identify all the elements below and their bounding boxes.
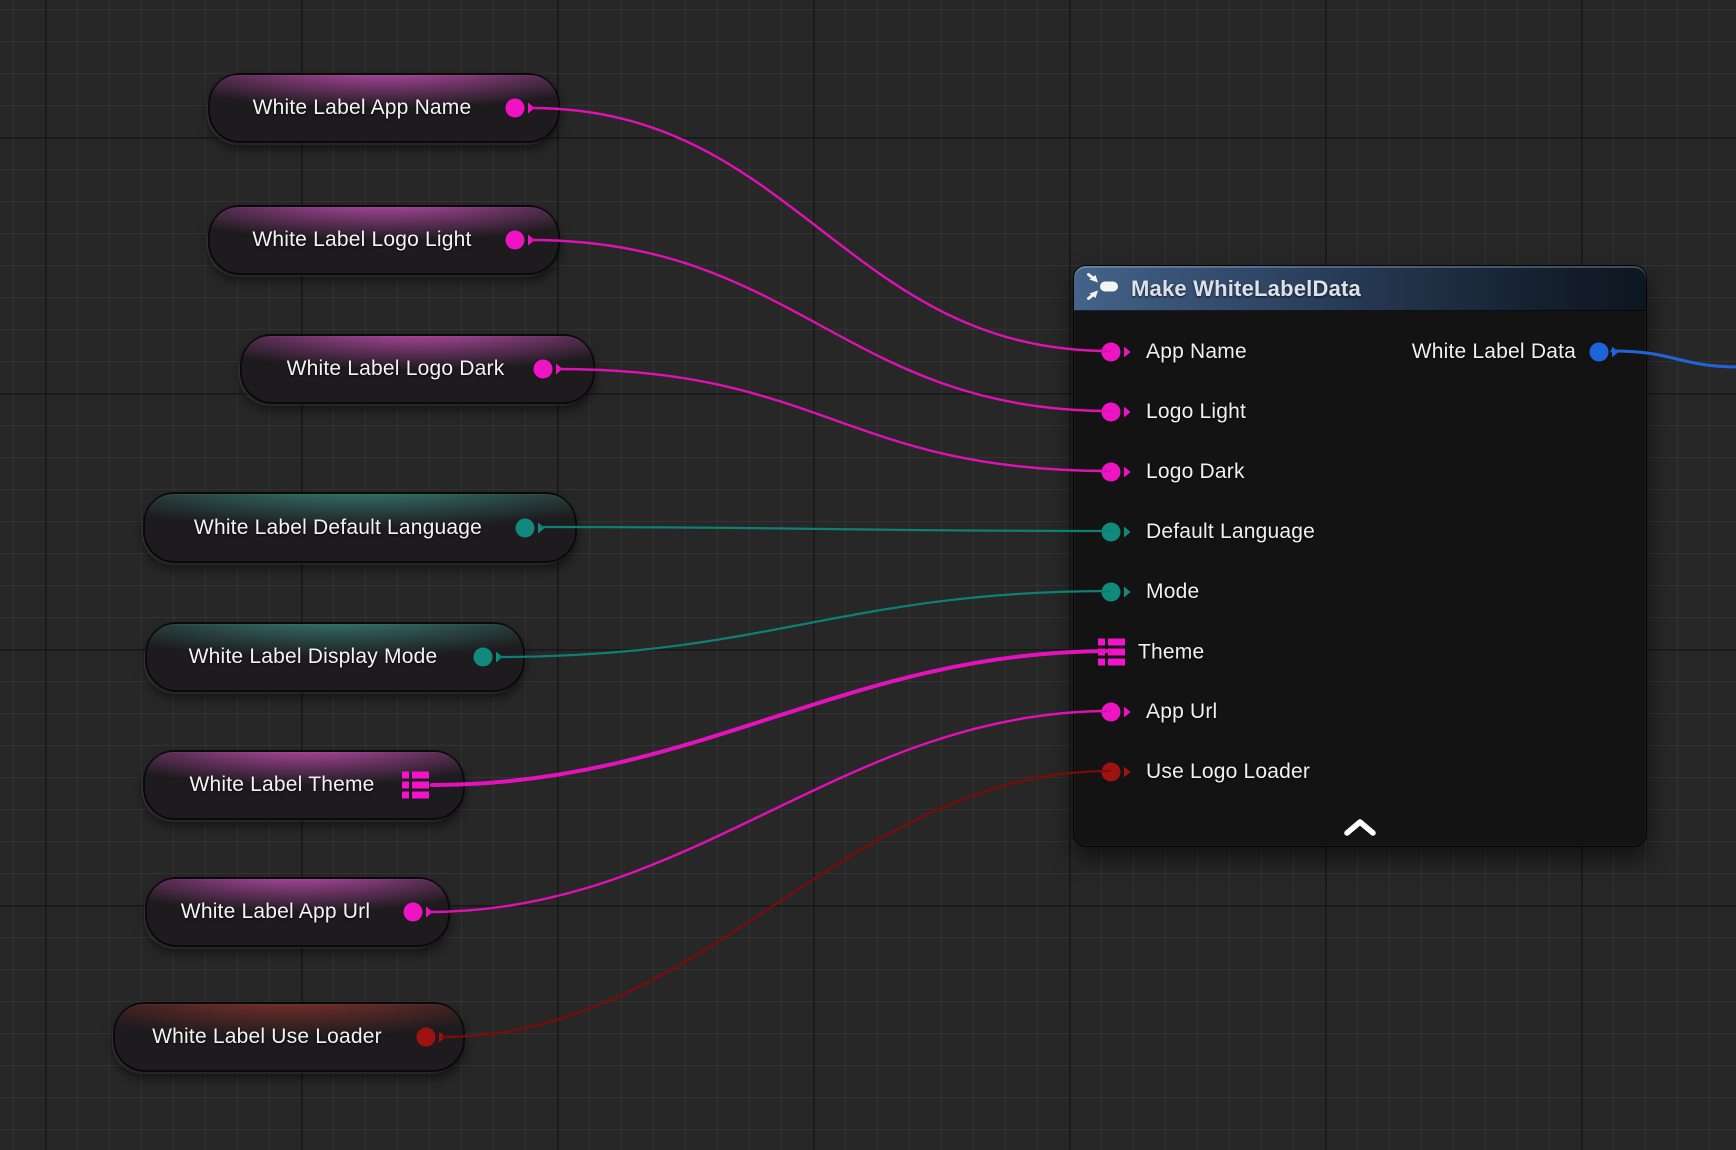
output-pin-row-white-label-data: White Label Data bbox=[1412, 340, 1621, 364]
chevron-up-icon bbox=[1342, 818, 1378, 838]
node-make-whitelabeldata[interactable]: Make WhiteLabelData App Name Logo Light … bbox=[1073, 265, 1647, 847]
input-pin-label: Logo Light bbox=[1146, 400, 1246, 424]
input-pin-row-default-language: Default Language bbox=[1101, 520, 1315, 544]
pin-struct-icon bbox=[402, 772, 429, 799]
input-pin-row-logo-light: Logo Light bbox=[1101, 400, 1246, 424]
node-layer: Make WhiteLabelData App Name Logo Light … bbox=[0, 0, 1736, 1150]
input-pin-row-theme: Theme bbox=[1098, 639, 1204, 666]
input-pin-label: Mode bbox=[1146, 580, 1199, 604]
node-header[interactable]: Make WhiteLabelData bbox=[1074, 266, 1646, 311]
input-pin-label: Use Logo Loader bbox=[1146, 760, 1310, 784]
input-pin-label: Logo Dark bbox=[1146, 460, 1245, 484]
variable-getter-label: White Label Use Loader bbox=[115, 1025, 463, 1049]
input-pin-row-app-url: App Url bbox=[1101, 700, 1217, 724]
make-struct-icon bbox=[1087, 273, 1120, 305]
node-get-white-label-app-name[interactable]: White Label App Name bbox=[208, 73, 560, 143]
pin-output-struct[interactable] bbox=[402, 772, 429, 799]
variable-getter-label: White Label Default Language bbox=[145, 516, 575, 540]
input-pin-label: Default Language bbox=[1146, 520, 1315, 544]
node-get-white-label-use-loader[interactable]: White Label Use Loader bbox=[113, 1002, 465, 1072]
input-pin-row-app-name: App Name bbox=[1101, 340, 1247, 364]
blueprint-graph-canvas[interactable]: Make WhiteLabelData App Name Logo Light … bbox=[0, 0, 1736, 1150]
input-pin-row-mode: Mode bbox=[1101, 580, 1199, 604]
node-get-white-label-display-mode[interactable]: White Label Display Mode bbox=[145, 622, 525, 692]
output-pin-label: White Label Data bbox=[1412, 340, 1576, 364]
input-pin-row-use-logo-loader: Use Logo Loader bbox=[1101, 760, 1310, 784]
variable-getter-label: White Label Display Mode bbox=[147, 645, 523, 669]
make-struct-icon bbox=[1087, 273, 1120, 300]
node-get-white-label-app-url[interactable]: White Label App Url bbox=[145, 877, 450, 947]
node-get-white-label-default-language[interactable]: White Label Default Language bbox=[143, 492, 577, 563]
input-pin-label: App Name bbox=[1146, 340, 1247, 364]
node-get-white-label-logo-light[interactable]: White Label Logo Light bbox=[208, 205, 560, 275]
node-get-white-label-theme[interactable]: White Label Theme bbox=[143, 750, 465, 820]
input-pin-label: Theme bbox=[1138, 640, 1204, 664]
collapse-node-button[interactable] bbox=[1342, 818, 1378, 838]
input-pin-label: App Url bbox=[1146, 700, 1217, 724]
input-pin-row-logo-dark: Logo Dark bbox=[1101, 460, 1245, 484]
node-title: Make WhiteLabelData bbox=[1131, 276, 1361, 302]
node-get-white-label-logo-dark[interactable]: White Label Logo Dark bbox=[240, 334, 595, 404]
